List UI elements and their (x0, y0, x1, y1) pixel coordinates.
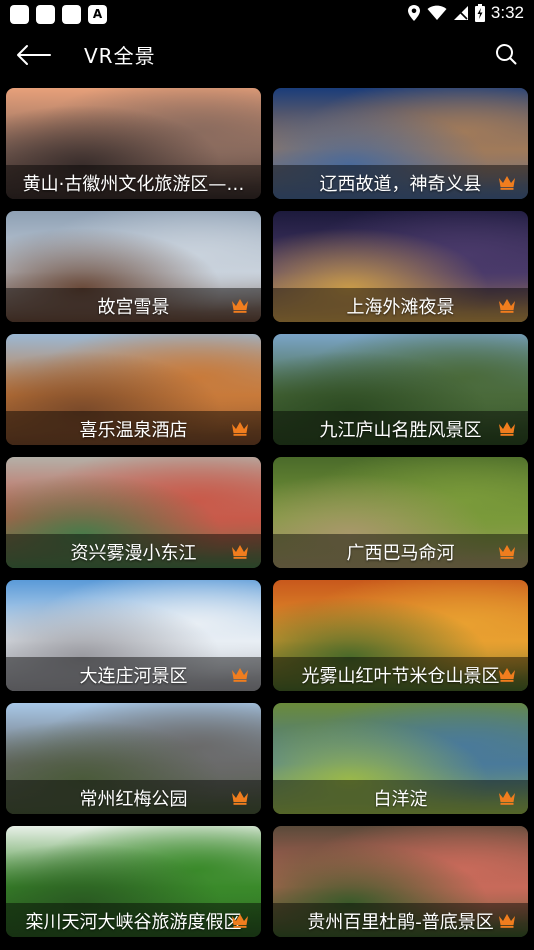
scene-card[interactable]: 故宫雪景 (6, 211, 261, 322)
app-bar: VR全景 (0, 28, 534, 82)
scene-title: 喜乐温泉酒店 (79, 420, 188, 441)
scene-caption: 故宫雪景 (6, 288, 261, 322)
scene-caption: 喜乐温泉酒店 (6, 411, 261, 445)
vip-crown-icon (499, 299, 515, 313)
page-title: VR全景 (84, 44, 156, 68)
scene-card[interactable]: 光雾山红叶节米仓山景区 (273, 580, 528, 691)
vip-crown-icon (232, 668, 248, 682)
system-status: 3:32 (407, 3, 524, 23)
scene-title: 大连庄河景区 (79, 666, 188, 687)
vip-crown-icon (232, 545, 248, 559)
scene-title: 辽西故道，神奇义县 (319, 174, 482, 195)
scene-card[interactable]: 大连庄河景区 (6, 580, 261, 691)
app-notification-icon (88, 5, 107, 24)
scene-caption: 资兴雾漫小东江 (6, 534, 261, 568)
scene-card[interactable]: 贵州百里杜鹃-普底景区 (273, 826, 528, 937)
scene-title: 栾川天河大峡谷旅游度假区 (25, 912, 242, 933)
notification-icon (36, 5, 55, 24)
status-bar: 3:32 (0, 0, 534, 28)
vip-crown-icon (499, 545, 515, 559)
vip-crown-icon (232, 914, 248, 928)
scene-card[interactable]: 辽西故道，神奇义县 (273, 88, 528, 199)
scene-title: 上海外滩夜景 (346, 297, 455, 318)
scene-title: 贵州百里杜鹃-普底景区 (307, 912, 494, 933)
scene-card[interactable]: 栾川天河大峡谷旅游度假区 (6, 826, 261, 937)
scene-card[interactable]: 资兴雾漫小东江 (6, 457, 261, 568)
scene-caption: 贵州百里杜鹃-普底景区 (273, 903, 528, 937)
notification-icon (62, 5, 81, 24)
vip-crown-icon (232, 299, 248, 313)
scene-caption: 辽西故道，神奇义县 (273, 165, 528, 199)
vip-crown-icon (499, 914, 515, 928)
back-button[interactable] (14, 40, 52, 70)
vip-crown-icon (499, 791, 515, 805)
scene-title: 故宫雪景 (97, 297, 170, 318)
scene-title: 广西巴马命河 (346, 543, 455, 564)
scene-caption: 九江庐山名胜风景区 (273, 411, 528, 445)
back-arrow-icon (17, 45, 51, 65)
scene-title: 白洋淀 (373, 789, 428, 810)
scene-card[interactable]: 白洋淀 (273, 703, 528, 814)
battery-icon (474, 4, 485, 22)
scene-caption: 栾川天河大峡谷旅游度假区 (6, 903, 261, 937)
scene-card[interactable]: 喜乐温泉酒店 (6, 334, 261, 445)
signal-icon (453, 6, 468, 20)
scene-title: 光雾山红叶节米仓山景区 (301, 666, 500, 687)
scene-caption: 光雾山红叶节米仓山景区 (273, 657, 528, 691)
scene-caption: 黄山·古徽州文化旅游区—… (6, 165, 261, 199)
scene-caption: 白洋淀 (273, 780, 528, 814)
vip-crown-icon (499, 176, 515, 190)
location-icon (407, 5, 420, 21)
scene-title: 常州红梅公园 (79, 789, 188, 810)
notification-icon (10, 5, 29, 24)
vip-crown-icon (499, 422, 515, 436)
scene-title: 资兴雾漫小东江 (70, 543, 197, 564)
search-icon (496, 44, 517, 65)
scene-card[interactable]: 常州红梅公园 (6, 703, 261, 814)
search-button[interactable] (494, 42, 518, 66)
status-time: 3:32 (490, 3, 524, 22)
scene-card[interactable]: 九江庐山名胜风景区 (273, 334, 528, 445)
vip-crown-icon (232, 791, 248, 805)
scene-caption: 上海外滩夜景 (273, 288, 528, 322)
vip-crown-icon (499, 668, 515, 682)
vip-crown-icon (232, 422, 248, 436)
scene-title: 九江庐山名胜风景区 (319, 420, 482, 441)
scene-card[interactable]: 上海外滩夜景 (273, 211, 528, 322)
scene-caption: 大连庄河景区 (6, 657, 261, 691)
scene-caption: 广西巴马命河 (273, 534, 528, 568)
scene-card[interactable]: 黄山·古徽州文化旅游区—… (6, 88, 261, 199)
notification-icons (10, 5, 107, 24)
scene-caption: 常州红梅公园 (6, 780, 261, 814)
scene-title: 黄山·古徽州文化旅游区—… (22, 174, 245, 195)
wifi-icon (427, 5, 447, 20)
scene-card[interactable]: 广西巴马命河 (273, 457, 528, 568)
